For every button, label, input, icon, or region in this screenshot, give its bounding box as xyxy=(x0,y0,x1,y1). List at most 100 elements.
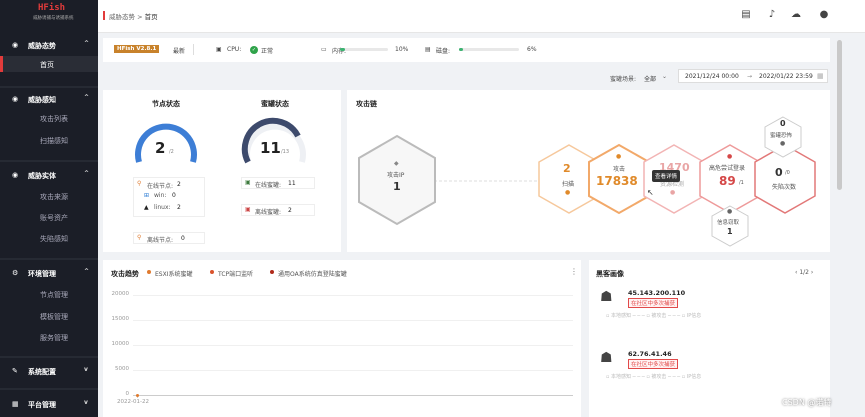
sidebar-item-label: 服务管理 xyxy=(40,334,68,342)
sidebar-item-home[interactable]: 首页 xyxy=(0,56,98,72)
sidebar-group-system-config[interactable]: ✎ 系统配置 v xyxy=(0,364,98,378)
eye-icon: ◉ xyxy=(12,95,19,103)
wrench-icon: ✎ xyxy=(12,367,18,375)
hacker-tag: 在社区中多次捕获 xyxy=(628,298,679,308)
hacker-profile-title: 黑客画像 xyxy=(596,270,624,278)
disk-progress xyxy=(459,48,519,51)
online-node-label: 在线节点: xyxy=(147,183,174,190)
version-badge: HFish V2.8.1 xyxy=(114,45,160,53)
chevron-down-icon[interactable]: ⌄ xyxy=(662,73,667,80)
node-status-title: 节点状态 xyxy=(152,100,180,108)
honey-icon: ● xyxy=(780,140,786,147)
sidebar-item-label: 模板管理 xyxy=(40,313,68,321)
document-icon[interactable]: ▤ xyxy=(740,9,752,21)
target-icon: ◉ xyxy=(12,171,19,179)
flow-step: 被攻击 xyxy=(651,374,667,380)
hacker-ip[interactable]: 62.76.41.46 xyxy=(628,350,672,358)
user-avatar-icon[interactable]: ● xyxy=(818,9,830,21)
sidebar-item-account-assets[interactable]: 账号资产 xyxy=(0,209,98,225)
sidebar-group-threat-entity[interactable]: ◉ 威胁实体 ^ xyxy=(0,168,98,182)
disk-percent: 6% xyxy=(527,46,537,53)
scene-select[interactable]: 全部 xyxy=(644,74,656,83)
attack-trend-title: 攻击趋势 xyxy=(111,270,139,278)
sidebar-group-label: 威胁实体 xyxy=(28,172,56,180)
y-tick: 10000 xyxy=(111,341,130,347)
sidebar-item-label: 首页 xyxy=(40,61,54,69)
bell-icon[interactable]: ♪ xyxy=(766,9,778,21)
memory-progress xyxy=(340,48,388,51)
sidebar-item-compromise[interactable]: 失陷感知 xyxy=(0,230,98,246)
update-status: 最新 xyxy=(173,48,186,55)
more-icon[interactable]: ⋮ xyxy=(570,267,578,276)
sidebar-item-label: 账号资产 xyxy=(40,214,68,222)
hacker-ip[interactable]: 45.143.200.110 xyxy=(628,289,685,297)
offline-honeypot-value: 2 xyxy=(288,207,292,214)
fail-label: 失陷次数 xyxy=(772,184,797,191)
divider xyxy=(0,258,98,260)
node-total: /2 xyxy=(169,149,174,155)
login-label: 高危尝试登录 xyxy=(709,165,746,172)
grid-line xyxy=(133,370,573,371)
attack-chain-graph xyxy=(358,116,816,247)
disk-icon: ▤ xyxy=(425,46,431,53)
node-gauge xyxy=(135,123,197,163)
sidebar-group-label: 平台管理 xyxy=(28,401,56,409)
intel-value[interactable]: 1 xyxy=(727,227,733,236)
sidebar-item-label: 攻击列表 xyxy=(40,115,68,123)
x-axis xyxy=(133,395,573,396)
date-to[interactable]: 2022/01/22 23:59 xyxy=(759,73,813,80)
flow-step: IP信息 xyxy=(686,313,702,319)
legend-item[interactable]: TCP端口监听 xyxy=(218,269,253,278)
fail-value[interactable]: 0 xyxy=(775,166,783,179)
sidebar-item-attack-source[interactable]: 攻击来源 xyxy=(0,188,98,204)
ip-icon: ◆ xyxy=(394,160,399,167)
attack-ip-value[interactable]: 1 xyxy=(393,180,401,193)
sidebar-group-threat-perception[interactable]: ◉ 威胁感知 ^ xyxy=(0,92,98,106)
honey-label: 蜜罐恐怖 xyxy=(770,133,793,139)
sidebar-group-threat-situation[interactable]: ◉ 威胁态势 ^ xyxy=(0,38,98,52)
online-node-value: 2 xyxy=(177,181,181,188)
cpu-state: 正常 xyxy=(261,48,274,55)
honey-value[interactable]: 0 xyxy=(780,119,786,128)
login-value[interactable]: 89 xyxy=(719,174,736,188)
sidebar-item-label: 扫描感知 xyxy=(40,137,68,145)
attack-value[interactable]: 17838 xyxy=(596,174,638,188)
chevron-up-icon: ^ xyxy=(84,94,90,101)
scrollbar[interactable] xyxy=(837,40,842,190)
legend-item[interactable]: 通用OA系统仿真登陆蜜罐 xyxy=(278,269,347,278)
date-range-picker[interactable]: 2021/12/24 00:00 → 2022/01/22 23:59 ▦ xyxy=(678,69,828,83)
date-from[interactable]: 2021/12/24 00:00 xyxy=(685,73,739,80)
calendar-icon[interactable]: ▦ xyxy=(817,72,824,80)
flow-step: 被攻击 xyxy=(651,313,667,319)
sidebar-group-label: 环境管理 xyxy=(28,270,56,278)
chat-icon[interactable]: ☁ xyxy=(790,9,802,21)
divider xyxy=(0,160,98,162)
scan-value[interactable]: 2 xyxy=(563,162,571,175)
hacker-flow: ▫ 本地感知 ─ ─ ─ ▫ 被攻击 ─ ─ ─ ▫ IP信息 xyxy=(606,313,702,319)
sidebar-item-node-manage[interactable]: 节点管理 xyxy=(0,286,98,302)
scan-label: 扫描 xyxy=(562,181,575,188)
disk-progress-fill xyxy=(459,48,463,51)
divider xyxy=(0,356,98,358)
pagination[interactable]: ‹ 1/2 › xyxy=(795,269,813,276)
sidebar-group-env-manage[interactable]: ⚙ 环境管理 ^ xyxy=(0,266,98,280)
sidebar-group-platform-manage[interactable]: ▦ 平台管理 v xyxy=(0,397,98,411)
win-label: win: xyxy=(154,192,167,199)
sidebar-item-service-manage[interactable]: 服务管理 xyxy=(0,329,98,345)
intel-label: 信息窃取 xyxy=(717,220,740,226)
sidebar-item-scan[interactable]: 扫描感知 xyxy=(0,132,98,148)
legend-item[interactable]: ESXI系统蜜罐 xyxy=(155,269,192,278)
sidebar-item-attack-list[interactable]: 攻击列表 xyxy=(0,110,98,126)
attack-trend-card: 攻击趋势 ESXI系统蜜罐 TCP端口监听 通用OA系统仿真登陆蜜罐 ⋮ xyxy=(103,260,581,417)
sidebar-item-label: 节点管理 xyxy=(40,291,68,299)
sidebar-group-label: 威胁感知 xyxy=(28,96,56,104)
chevron-down-icon: v xyxy=(84,399,88,406)
flow-step: 本地感知 xyxy=(610,313,631,319)
sidebar-group-label: 系统配置 xyxy=(28,368,56,376)
node-detail-box: ⚲ 在线节点: 2 ⊞ win: 0 ▲ linux: 2 xyxy=(133,177,205,217)
cpu-icon: ▣ xyxy=(216,46,222,53)
watermark: CSDN @诺特 xyxy=(782,398,832,407)
y-tick: 0 xyxy=(125,391,130,397)
breadcrumb-root[interactable]: 威胁态势 xyxy=(109,13,135,21)
sidebar-item-template-manage[interactable]: 模板管理 xyxy=(0,308,98,324)
